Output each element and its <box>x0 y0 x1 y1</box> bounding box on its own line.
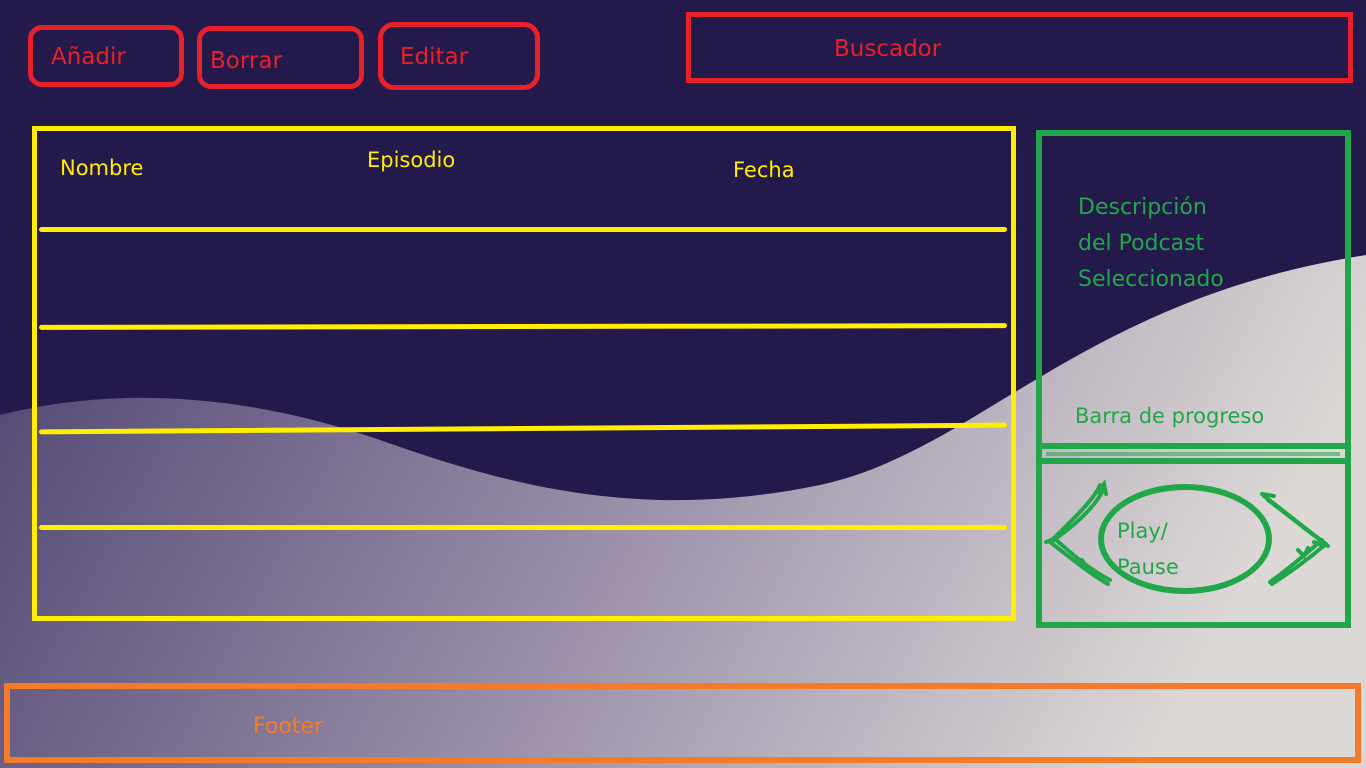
row-divider <box>39 227 1007 232</box>
episode-table: Nombre Episodio Fecha <box>32 126 1016 621</box>
play-pause-label: Play/ Pause <box>1117 513 1179 585</box>
row-divider <box>39 525 1007 530</box>
add-button[interactable]: Añadir <box>28 25 184 87</box>
play-pause-button[interactable]: Play/ Pause <box>1098 484 1272 594</box>
podcast-description: Descripción del Podcast Seleccionado <box>1078 190 1338 298</box>
pause-label: Pause <box>1117 555 1179 579</box>
column-header-date: Fecha <box>733 158 795 182</box>
search-label: Buscador <box>834 36 942 62</box>
table-row[interactable] <box>37 531 1011 615</box>
table-row[interactable] <box>37 330 1011 422</box>
forward-icon[interactable] <box>1258 490 1332 590</box>
progress-bar-top-edge <box>1042 443 1345 449</box>
column-header-episode: Episodio <box>367 148 456 172</box>
progress-bar[interactable] <box>1042 443 1345 465</box>
footer: Footer <box>4 683 1361 763</box>
description-line: del Podcast <box>1078 231 1205 256</box>
edit-button[interactable]: Editar <box>378 22 540 90</box>
table-row[interactable] <box>37 233 1011 325</box>
row-divider <box>38 422 1008 435</box>
footer-label: Footer <box>253 714 323 739</box>
description-line: Descripción <box>1078 195 1207 220</box>
description-line: Seleccionado <box>1078 267 1224 292</box>
search-input[interactable]: Buscador <box>686 12 1353 83</box>
progress-bar-label: Barra de progreso <box>1075 404 1265 428</box>
progress-bar-track <box>1046 452 1340 456</box>
add-button-label: Añadir <box>51 44 126 70</box>
edit-button-label: Editar <box>400 44 469 70</box>
column-header-name: Nombre <box>60 156 144 180</box>
progress-bar-bottom-edge <box>1042 458 1345 464</box>
row-divider <box>38 323 1008 330</box>
play-label: Play/ <box>1117 519 1168 543</box>
table-row[interactable] <box>37 435 1011 523</box>
delete-button[interactable]: Borrar <box>197 26 364 89</box>
delete-button-label: Borrar <box>210 48 282 74</box>
